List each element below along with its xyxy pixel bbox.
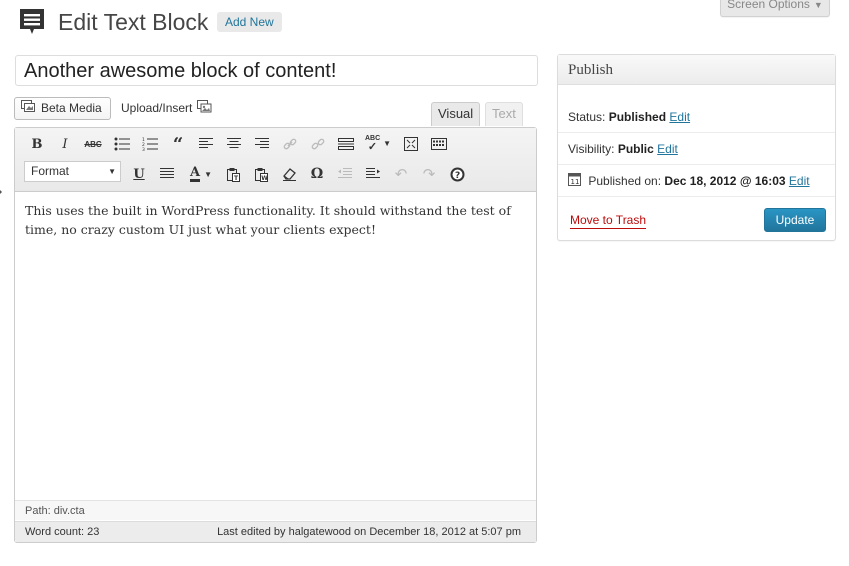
add-new-button[interactable]: Add New	[217, 12, 282, 32]
publish-heading: Publish	[558, 55, 835, 85]
text-color-icon[interactable]: A ▼	[184, 164, 218, 184]
format-select[interactable]: Format ▼	[24, 161, 121, 182]
upload-insert-label: Upload/Insert	[121, 101, 193, 115]
editor-status-bar: Word count: 23 Last edited by halgatewoo…	[15, 521, 536, 542]
visibility-label: Visibility:	[568, 142, 615, 156]
bullet-list-icon[interactable]	[111, 134, 133, 154]
post-title-input[interactable]: Another awesome block of content!	[15, 55, 538, 86]
edit-visibility-link[interactable]: Edit	[657, 142, 678, 156]
numbered-list-icon[interactable]: 123	[139, 134, 161, 154]
editor-content[interactable]: This uses the built in WordPress functio…	[25, 201, 525, 239]
kitchen-sink-icon[interactable]	[428, 134, 450, 154]
published-on-row: 11 Published on: Dec 18, 2012 @ 16:03 Ed…	[558, 165, 835, 197]
editor-path: Path: div.cta	[15, 500, 536, 520]
format-select-value: Format	[31, 164, 70, 178]
justify-icon[interactable]	[156, 164, 178, 184]
status-value: Published	[608, 110, 667, 124]
screen-options-label: Screen Options	[727, 0, 810, 11]
svg-text:?: ?	[455, 171, 460, 181]
svg-text:11: 11	[571, 178, 580, 186]
word-count: Word count: 23	[25, 526, 100, 538]
bold-icon[interactable]: B	[26, 134, 48, 154]
beta-media-label: Beta Media	[41, 101, 102, 115]
spellcheck-icon[interactable]: ABC ✓ ▼	[363, 134, 393, 154]
collapse-arrow-icon	[0, 187, 2, 197]
published-value: Dec 18, 2012 @ 16:03	[664, 174, 786, 188]
remove-link-icon[interactable]	[307, 134, 329, 154]
page-title: Edit Text Block	[58, 9, 209, 35]
strikethrough-icon[interactable]: ABC	[82, 134, 104, 154]
fullscreen-icon[interactable]	[400, 134, 422, 154]
update-button[interactable]: Update	[764, 208, 826, 232]
media-library-icon	[197, 100, 212, 116]
align-right-icon[interactable]	[251, 134, 273, 154]
text-block-icon	[17, 7, 47, 37]
special-char-icon[interactable]: Ω	[306, 164, 328, 184]
blockquote-icon[interactable]: “	[167, 134, 189, 155]
visibility-value: Public	[617, 142, 654, 156]
tab-text[interactable]: Text	[485, 102, 523, 126]
screen-options-button[interactable]: Screen Options ▼	[720, 0, 830, 17]
beta-media-button[interactable]: Beta Media	[14, 97, 111, 120]
tab-visual[interactable]: Visual	[431, 102, 481, 126]
editor-toolbar: B I ABC 123 “ ABC ✓ ▼ Format ▼ U A ▼ T W…	[15, 128, 536, 192]
calendar-icon: 11	[568, 166, 581, 198]
upload-insert-button[interactable]: Upload/Insert	[121, 100, 212, 116]
indent-icon[interactable]	[362, 164, 384, 184]
paste-text-icon[interactable]: T	[222, 164, 244, 184]
svg-text:3: 3	[142, 147, 145, 151]
help-icon[interactable]: ?	[446, 164, 468, 184]
paste-word-icon[interactable]: W	[250, 164, 272, 184]
visibility-row: Visibility: Public Edit	[558, 133, 835, 165]
italic-icon[interactable]: I	[54, 134, 76, 154]
clear-formatting-icon[interactable]	[278, 164, 300, 184]
status-row: Status: Published Edit	[558, 101, 835, 133]
redo-icon[interactable]: ↷	[418, 164, 440, 184]
align-center-icon[interactable]	[223, 134, 245, 154]
edit-status-link[interactable]: Edit	[669, 110, 690, 124]
edit-date-link[interactable]: Edit	[789, 174, 810, 188]
underline-icon[interactable]: U	[128, 164, 150, 184]
chevron-down-icon: ▼	[813, 0, 823, 10]
svg-text:W: W	[261, 175, 268, 182]
outdent-icon[interactable]	[334, 164, 356, 184]
align-left-icon[interactable]	[195, 134, 217, 154]
published-label: Published on:	[588, 174, 662, 188]
undo-icon[interactable]: ↶	[390, 164, 412, 184]
insert-link-icon[interactable]	[279, 134, 301, 154]
last-edited: Last edited by halgatewood on December 1…	[217, 526, 521, 538]
content-editor: B I ABC 123 “ ABC ✓ ▼ Format ▼ U A ▼ T W…	[14, 127, 537, 543]
move-to-trash-link[interactable]: Move to Trash	[570, 212, 647, 229]
more-tag-icon[interactable]	[335, 134, 357, 154]
media-icon	[21, 98, 35, 119]
status-label: Status:	[568, 110, 606, 124]
chevron-down-icon: ▼	[108, 167, 116, 176]
publish-box: Publish Status: Published Edit Visibilit…	[557, 54, 836, 241]
